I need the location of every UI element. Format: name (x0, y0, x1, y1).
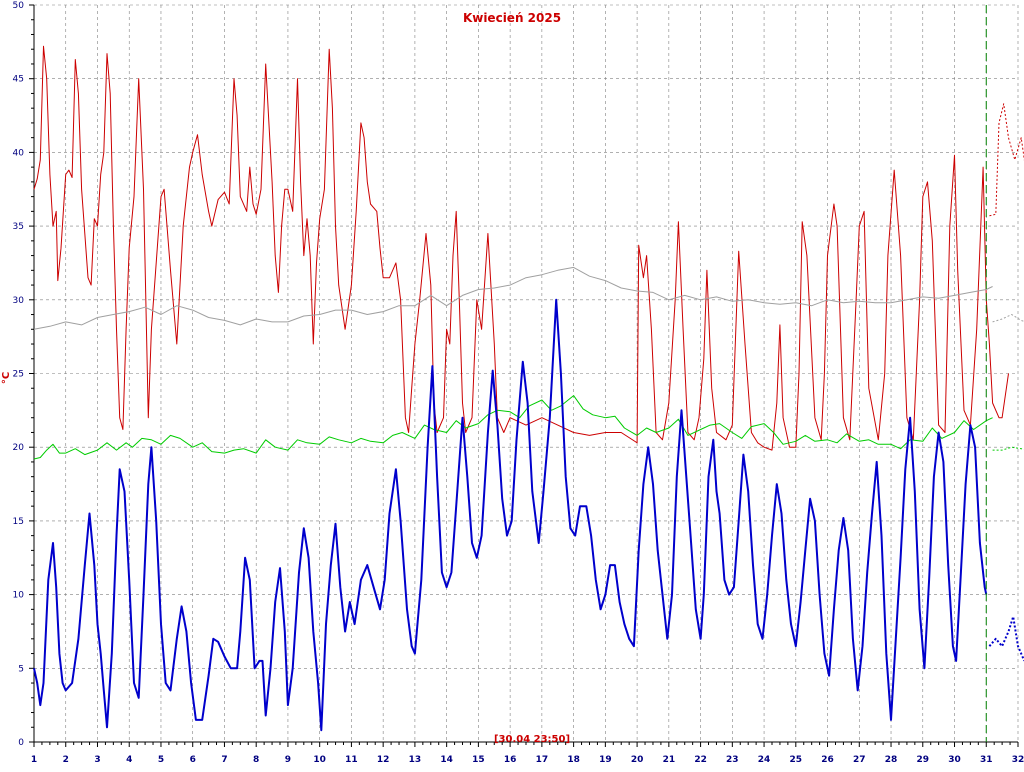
x-tick-label: 31 (980, 755, 993, 765)
x-tick-label: 16 (504, 755, 517, 765)
y-tick-label: 40 (13, 148, 25, 158)
x-tick-label: 5 (158, 755, 164, 765)
x-tick-label: 11 (345, 755, 358, 765)
temperature-chart: 051015202530354045501 2 3 4 5 6 7 8 9 10 11 12 13 14 1… (0, 0, 1024, 768)
y-tick-label: 15 (13, 517, 24, 527)
x-tick-label: 29 (917, 755, 930, 765)
x-tick-label: 27 (853, 755, 866, 765)
x-tick-label: 10 (313, 755, 326, 765)
y-tick-label: 45 (13, 75, 24, 85)
x-tick-label: 1 (31, 755, 37, 765)
x-tick-label: 4 (126, 755, 132, 765)
x-tick-label: 23 (726, 755, 739, 765)
y-tick-label: 30 (13, 296, 25, 306)
y-tick-label: 25 (13, 370, 24, 380)
y-axis-unit-label: °C (1, 372, 12, 384)
y-tick-label: 0 (18, 738, 24, 748)
timestamp-label: [30.04 23:50] (494, 734, 570, 745)
x-tick-label: 15 (472, 755, 485, 765)
x-tick-label: 7 (221, 755, 227, 765)
x-tick-label: 19 (599, 755, 612, 765)
x-tick-label: 28 (885, 755, 898, 765)
x-tick-label: 17 (536, 755, 549, 765)
x-tick-label: 9 (285, 755, 291, 765)
y-tick-label: 10 (13, 591, 25, 601)
x-tick-label: 22 (694, 755, 707, 765)
x-tick-label: 20 (631, 755, 644, 765)
x-tick-label: 12 (377, 755, 390, 765)
x-tick-label: 24 (758, 755, 771, 765)
x-tick-label: 30 (948, 755, 961, 765)
x-tick-label: 26 (821, 755, 834, 765)
plot-background (0, 0, 1024, 768)
x-tick-label: 25 (790, 755, 803, 765)
x-tick-label: 18 (567, 755, 580, 765)
x-tick-label: 3 (94, 755, 100, 765)
x-tick-label: 8 (253, 755, 259, 765)
y-tick-label: 20 (13, 443, 25, 453)
chart-container: 0 5 10 15 20 25 30 35 40 45 50 1 2 3 4 5 6 7 8 9 10 11 12 13 14 1… (0, 0, 1024, 768)
x-tick-label: 6 (190, 755, 196, 765)
x-tick-label: 21 (663, 755, 676, 765)
x-tick-label: 32 (1012, 755, 1024, 765)
x-tick-label: 14 (440, 755, 453, 765)
x-tick-label: 13 (409, 755, 422, 765)
chart-title: Kwiecień 2025 (463, 11, 561, 25)
y-tick-label: 35 (13, 222, 24, 232)
x-tick-label: 2 (63, 755, 69, 765)
y-tick-label: 50 (13, 1, 25, 11)
y-tick-label: 5 (18, 664, 24, 674)
